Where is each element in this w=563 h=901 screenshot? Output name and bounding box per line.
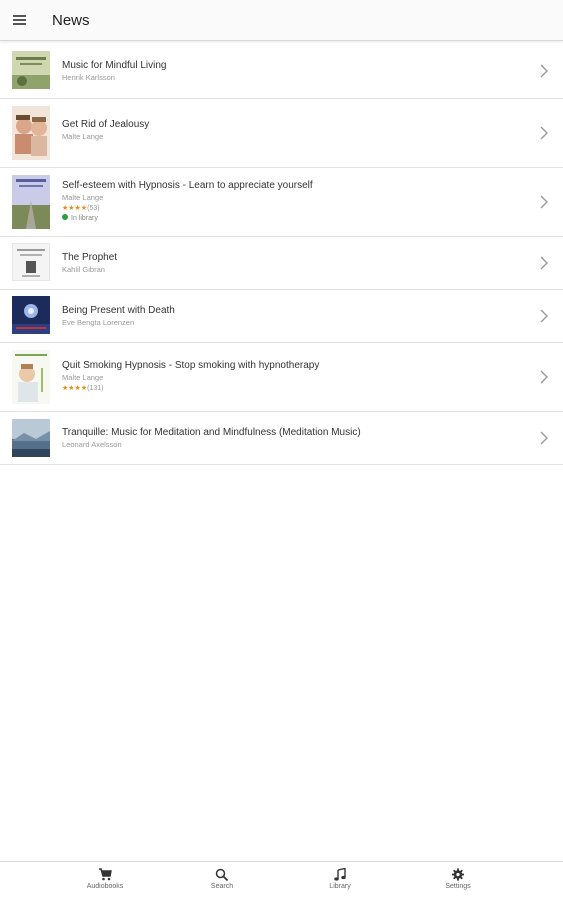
cover-image	[12, 296, 50, 334]
rating-count: (53)	[87, 205, 100, 212]
chevron-right-icon	[540, 370, 548, 384]
chevron-right-icon	[540, 126, 548, 140]
cover-image	[12, 419, 50, 457]
bottom-navigation: Audiobooks Search Library Settings	[0, 861, 563, 901]
rating: ★★★★(53)	[62, 204, 523, 212]
item-title: Tranquille: Music for Meditation and Min…	[62, 427, 361, 438]
chevron-right-icon	[540, 309, 548, 323]
item-author: Malte Lange	[62, 193, 104, 202]
nav-settings[interactable]: Settings	[408, 862, 508, 901]
badge-label: In library	[71, 215, 98, 222]
item-author: Henrik Karlsson	[62, 73, 115, 82]
page-title: News	[52, 12, 90, 29]
list-item[interactable]: Being Present with Death Eve Bengta Lore…	[0, 290, 563, 343]
item-author: Leonard Axelsson	[62, 440, 122, 449]
chevron-right-icon	[540, 195, 548, 209]
list-item[interactable]: Self-esteem with Hypnosis - Learn to app…	[0, 168, 563, 237]
cover-image	[12, 243, 50, 281]
cover-image	[12, 106, 50, 160]
item-title: Music for Mindful Living	[62, 60, 167, 71]
chevron-right-icon	[540, 431, 548, 445]
rating-stars: ★★★★	[62, 385, 88, 392]
list-item[interactable]: Quit Smoking Hypnosis - Stop smoking wit…	[0, 343, 563, 412]
in-library-dot-icon	[62, 214, 68, 221]
list-item[interactable]: The Prophet Kahlil Gibran	[0, 237, 563, 290]
search-icon	[215, 868, 229, 881]
item-author: Malte Lange	[62, 132, 104, 141]
news-list: Music for Mindful Living Henrik Karlsson…	[0, 41, 563, 465]
item-author: Malte Lange	[62, 373, 104, 382]
cover-image	[12, 175, 50, 229]
gear-icon	[451, 868, 465, 881]
item-title: Quit Smoking Hypnosis - Stop smoking wit…	[62, 360, 320, 371]
list-item[interactable]: Get Rid of Jealousy Malte Lange	[0, 99, 563, 168]
rating-stars: ★★★★	[62, 205, 88, 212]
item-title: The Prophet	[62, 252, 118, 263]
app-bar: News	[0, 0, 563, 41]
hamburger-menu-icon[interactable]	[10, 10, 30, 30]
rating-count: (131)	[87, 385, 104, 392]
nav-label: Library	[329, 883, 351, 890]
nav-label: Search	[210, 883, 234, 890]
nav-library[interactable]: Library	[290, 862, 390, 901]
list-item[interactable]: Music for Mindful Living Henrik Karlsson	[0, 41, 563, 99]
item-title: Being Present with Death	[62, 305, 175, 316]
item-author: Kahlil Gibran	[62, 265, 105, 274]
chevron-right-icon	[540, 64, 548, 78]
nav-label: Settings	[445, 883, 471, 890]
chevron-right-icon	[540, 256, 548, 270]
item-author: Eve Bengta Lorenzen	[62, 318, 135, 327]
list-item[interactable]: Tranquille: Music for Meditation and Min…	[0, 412, 563, 465]
item-title: Get Rid of Jealousy	[62, 119, 150, 130]
in-library-badge: In library	[62, 214, 523, 222]
nav-label: Audiobooks	[86, 883, 124, 890]
cover-image	[12, 350, 50, 404]
music-note-icon	[334, 868, 346, 881]
cover-image	[12, 51, 50, 89]
cart-icon	[99, 868, 112, 881]
rating: ★★★★(131)	[62, 384, 523, 392]
nav-search[interactable]: Search	[172, 862, 272, 901]
item-title: Self-esteem with Hypnosis - Learn to app…	[62, 180, 313, 191]
nav-audiobooks[interactable]: Audiobooks	[55, 862, 155, 901]
